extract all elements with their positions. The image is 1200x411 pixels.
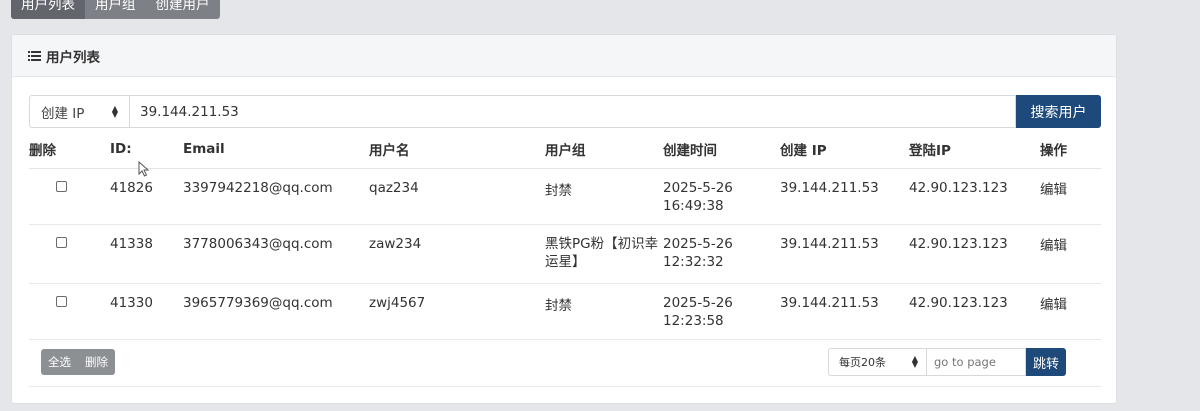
col-action: 操作 bbox=[1040, 131, 1101, 169]
list-icon bbox=[28, 50, 41, 61]
cell-date: 2025-5-26 bbox=[663, 179, 733, 196]
search-field-select[interactable]: 创建 IP ▲ ▼ bbox=[29, 95, 130, 128]
row-checkbox[interactable] bbox=[56, 180, 67, 192]
col-login-ip: 登陆IP bbox=[909, 131, 1040, 169]
pagination: 每页20条 ▲▼ 跳转 bbox=[828, 348, 1066, 376]
cell-email: 3778006343@qq.com bbox=[183, 224, 369, 284]
panel-header: 用户列表 bbox=[12, 35, 1116, 77]
cell-group: 封禁 bbox=[545, 283, 663, 340]
user-list-panel: 用户列表 创建 IP ▲▼ 搜索用户 删除 ID: Email 用户名 用户组 … bbox=[11, 34, 1117, 404]
cell-time: 12:23:58 bbox=[663, 312, 724, 329]
cell-date: 2025-5-26 bbox=[663, 235, 733, 252]
col-create-ip: 创建 IP bbox=[780, 131, 909, 169]
mouse-cursor-icon bbox=[138, 161, 150, 177]
cell-created: 2025-5-26 12:23:58 bbox=[663, 283, 780, 340]
user-table: 删除 ID: Email 用户名 用户组 创建时间 创建 IP 登陆IP 操作 … bbox=[29, 131, 1101, 340]
cell-create-ip[interactable]: 39.144.211.53 bbox=[780, 224, 909, 284]
cell-login-ip[interactable]: 42.90.123.123 bbox=[909, 224, 1040, 284]
cell-group: 封禁 bbox=[545, 168, 663, 225]
cell-login-ip[interactable]: 42.90.123.123 bbox=[909, 283, 1040, 340]
search-field-label: 创建 IP bbox=[41, 105, 85, 122]
cell-email: 3397942218@qq.com bbox=[183, 168, 369, 225]
cell-create-ip[interactable]: 39.144.211.53 bbox=[780, 283, 909, 340]
goto-page-input[interactable] bbox=[927, 348, 1026, 376]
table-row: 41826 3397942218@qq.com qaz234 封禁 2025-5… bbox=[29, 168, 1101, 225]
cell-created: 2025-5-26 12:32:32 bbox=[663, 224, 780, 284]
cell-create-ip[interactable]: 39.144.211.53 bbox=[780, 168, 909, 225]
bulk-actions: 全选 删除 bbox=[41, 349, 115, 375]
bulk-delete-button[interactable]: 删除 bbox=[78, 349, 115, 375]
cell-username: qaz234 bbox=[369, 168, 545, 225]
cell-id: 41338 bbox=[94, 224, 183, 284]
table-row: 41330 3965779369@qq.com zwj4567 封禁 2025-… bbox=[29, 283, 1101, 340]
cell-username: zwj4567 bbox=[369, 283, 545, 340]
footer-divider bbox=[29, 386, 1101, 387]
per-page-select[interactable]: 每页20条 ▲ ▼ bbox=[828, 348, 927, 376]
per-page-label: 每页20条 bbox=[839, 356, 886, 369]
select-all-button[interactable]: 全选 bbox=[41, 349, 78, 375]
cell-created: 2025-5-26 16:49:38 bbox=[663, 168, 780, 225]
edit-link[interactable]: 编辑 bbox=[1040, 283, 1101, 340]
search-user-button[interactable]: 搜索用户 bbox=[1016, 95, 1101, 128]
cell-id: 41330 bbox=[94, 283, 183, 340]
col-created: 创建时间 bbox=[663, 131, 780, 169]
cell-group: 黑铁PG粉【初识幸运星】 bbox=[545, 224, 663, 284]
edit-link[interactable]: 编辑 bbox=[1040, 224, 1101, 284]
cell-username: zaw234 bbox=[369, 224, 545, 284]
tab-user-group[interactable]: 用户组 bbox=[85, 0, 146, 19]
col-username: 用户名 bbox=[369, 131, 545, 169]
tab-create-user[interactable]: 创建用户 bbox=[146, 0, 220, 19]
top-tab-bar: 用户列表 用户组 创建用户 bbox=[11, 0, 220, 19]
panel-title: 用户列表 bbox=[46, 49, 100, 66]
search-input[interactable] bbox=[130, 95, 1016, 128]
tab-user-list[interactable]: 用户列表 bbox=[11, 0, 85, 19]
table-header-row: 删除 ID: Email 用户名 用户组 创建时间 创建 IP 登陆IP 操作 bbox=[29, 131, 1101, 169]
updown-icon: ▲ ▼ bbox=[911, 354, 918, 369]
row-checkbox[interactable] bbox=[56, 295, 67, 307]
edit-link[interactable]: 编辑 bbox=[1040, 168, 1101, 225]
row-checkbox[interactable] bbox=[56, 236, 67, 248]
cell-date: 2025-5-26 bbox=[663, 294, 733, 311]
col-email: Email bbox=[183, 131, 369, 169]
cell-time: 12:32:32 bbox=[663, 253, 724, 270]
table-row: 41338 3778006343@qq.com zaw234 黑铁PG粉【初识幸… bbox=[29, 224, 1101, 284]
cell-email: 3965779369@qq.com bbox=[183, 283, 369, 340]
cell-time: 16:49:38 bbox=[663, 197, 724, 214]
jump-button[interactable]: 跳转 bbox=[1026, 348, 1066, 376]
search-bar: 创建 IP ▲▼ 搜索用户 bbox=[29, 95, 1101, 128]
updown-icon: ▲ ▼ bbox=[111, 103, 118, 119]
col-delete: 删除 bbox=[29, 131, 94, 169]
cell-login-ip[interactable]: 42.90.123.123 bbox=[909, 168, 1040, 225]
col-group: 用户组 bbox=[545, 131, 663, 169]
